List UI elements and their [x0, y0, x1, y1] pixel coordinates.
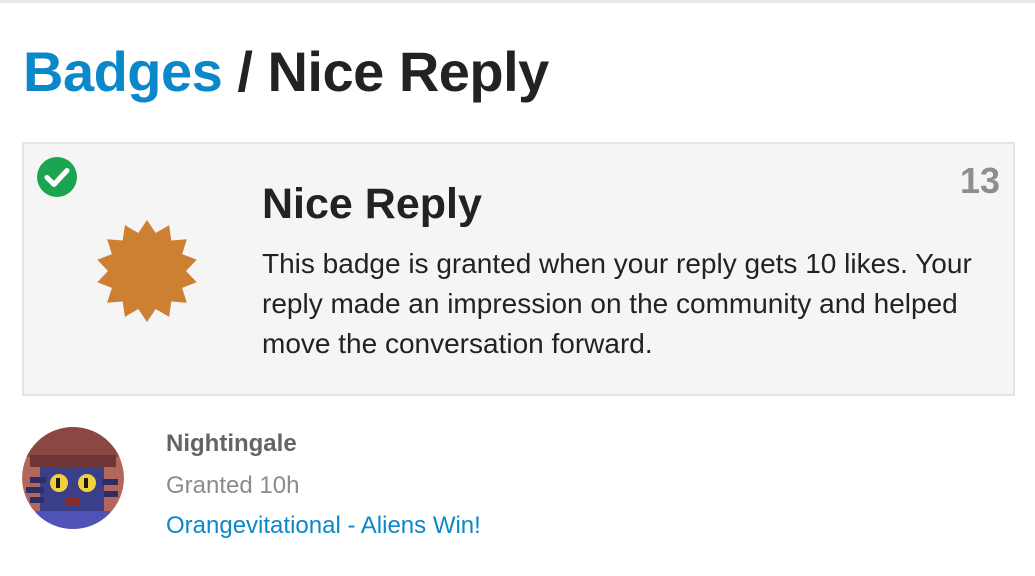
top-divider [0, 0, 1035, 3]
grant-topic-link[interactable]: Orangevitational - Aliens Win! [166, 512, 481, 540]
user-avatar-image [22, 427, 124, 529]
badge-card: 13 Nice Reply This badge is granted when… [22, 142, 1015, 396]
page-heading: Badges / Nice Reply [23, 38, 549, 106]
bronze-starburst-icon [97, 220, 197, 322]
badge-name: Nice Reply [262, 180, 482, 228]
badge-description: This badge is granted when your reply ge… [262, 248, 972, 359]
grant-username-link[interactable]: Nightingale [166, 430, 297, 458]
grant-time: Granted 10h [166, 472, 300, 499]
breadcrumb-separator: / [237, 40, 253, 103]
breadcrumb-badges-link[interactable]: Badges [23, 40, 223, 103]
badge-grant-count: 13 [959, 160, 1000, 201]
avatar[interactable] [22, 427, 124, 529]
granted-check-icon [37, 157, 77, 197]
page-title: Nice Reply [267, 40, 549, 103]
